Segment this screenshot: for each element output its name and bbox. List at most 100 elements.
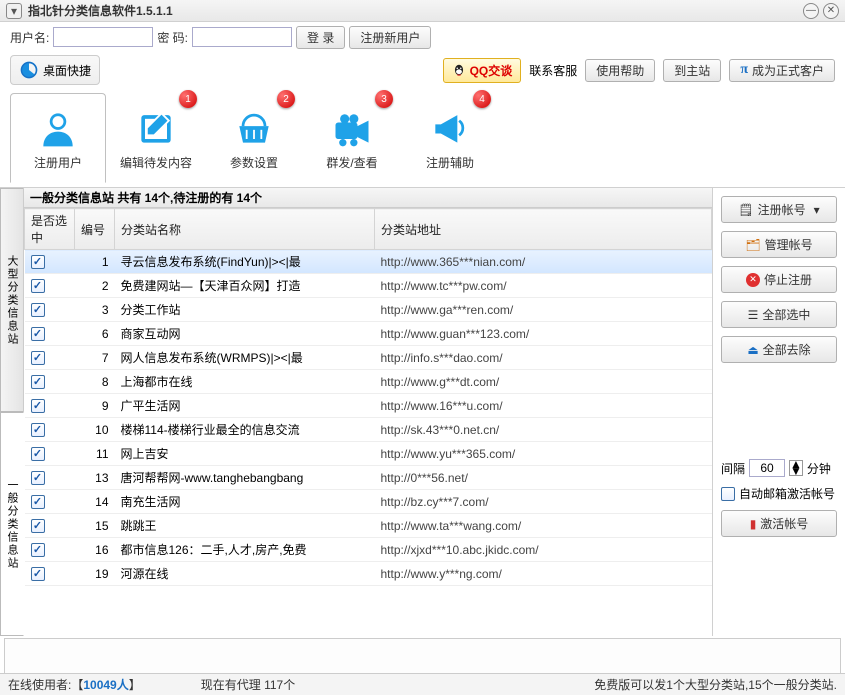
row-number: 11 xyxy=(75,442,115,466)
app-title: 指北针分类信息软件1.5.1.1 xyxy=(28,2,173,19)
row-site-name: 广平生活网 xyxy=(115,394,375,418)
table-row[interactable]: 8上海都市在线http://www.g***dt.com/ xyxy=(25,370,712,394)
row-site-name: 都市信息126：二手,人才,房产,免费 xyxy=(115,538,375,562)
table-row[interactable]: 6商家互动网http://www.guan***123.com/ xyxy=(25,322,712,346)
row-site-name: 唐河帮帮网-www.tanghebangbang xyxy=(115,466,375,490)
status-freever: 免费版可以发1个大型分类站,15个一般分类站. xyxy=(594,676,837,693)
row-site-url: http://info.s***dao.com/ xyxy=(375,346,712,370)
status-bar: 在线使用者:【10049人】 现在有代理 117个 免费版可以发1个大型分类站,… xyxy=(0,673,845,695)
table-row[interactable]: 2免费建网站—【天津百众网】打造http://www.tc***pw.com/ xyxy=(25,274,712,298)
row-number: 15 xyxy=(75,514,115,538)
register-user-icon xyxy=(36,106,80,150)
col-number[interactable]: 编号 xyxy=(75,209,115,250)
status-online: 在线使用者:【10049人】 xyxy=(8,676,141,693)
remove-icon: ⏏ xyxy=(747,343,758,357)
row-checkbox[interactable] xyxy=(31,567,45,581)
row-checkbox[interactable] xyxy=(31,447,45,461)
badge-4: 4 xyxy=(473,90,491,108)
col-check[interactable]: 是否选中 xyxy=(25,209,75,250)
interval-label: 间隔 xyxy=(721,460,745,477)
row-checkbox[interactable] xyxy=(31,327,45,341)
minimize-icon[interactable]: — xyxy=(803,3,819,19)
qq-contact-button[interactable]: QQ交谈 xyxy=(443,58,522,83)
stop-register-button[interactable]: ✕ 停止注册 xyxy=(721,266,837,293)
table-row[interactable]: 3分类工作站http://www.ga***ren.com/ xyxy=(25,298,712,322)
row-site-name: 免费建网站—【天津百众网】打造 xyxy=(115,274,375,298)
vtab-big-sites[interactable]: 大型分类信息站 xyxy=(0,188,23,412)
table-row[interactable]: 15跳跳王http://www.ta***wang.com/ xyxy=(25,514,712,538)
row-number: 14 xyxy=(75,490,115,514)
register-account-button[interactable]: 🗒注册帐号▾ xyxy=(721,196,837,223)
register-user-button[interactable]: 注册新用户 xyxy=(349,26,431,49)
link-row: 桌面快捷 QQ交谈 联系客服 使用帮助 到主站 π成为正式客户 xyxy=(0,52,845,88)
col-site-name[interactable]: 分类站名称 xyxy=(115,209,375,250)
row-checkbox[interactable] xyxy=(31,375,45,389)
close-icon[interactable]: ✕ xyxy=(823,3,839,19)
row-checkbox[interactable] xyxy=(31,255,45,269)
interval-input[interactable] xyxy=(749,459,785,477)
spinner-icon[interactable]: ▲▼ xyxy=(789,460,803,476)
login-button[interactable]: 登 录 xyxy=(296,26,345,49)
row-site-name: 寻云信息发布系统(FindYun)|><|最 xyxy=(115,250,375,274)
goto-site-button[interactable]: 到主站 xyxy=(663,59,721,82)
auto-activate-checkbox[interactable] xyxy=(721,487,735,501)
tab-register-user[interactable]: 注册用户 xyxy=(10,93,106,183)
table-row[interactable]: 9广平生活网http://www.16***u.com/ xyxy=(25,394,712,418)
row-checkbox[interactable] xyxy=(31,279,45,293)
table-row[interactable]: 7网人信息发布系统(WRMPS)|><|最http://info.s***dao… xyxy=(25,346,712,370)
tab-edit-content[interactable]: 1 编辑待发内容 xyxy=(108,93,204,183)
contact-service-label: 联系客服 xyxy=(529,62,577,79)
table-row[interactable]: 11网上吉安http://www.yu***365.com/ xyxy=(25,442,712,466)
username-input[interactable] xyxy=(53,27,153,47)
table-row[interactable]: 10楼梯114-楼梯行业最全的信息交流http://sk.43***0.net.… xyxy=(25,418,712,442)
become-official-button[interactable]: π成为正式客户 xyxy=(729,59,835,82)
tab-settings[interactable]: 2 参数设置 xyxy=(206,93,302,183)
row-checkbox[interactable] xyxy=(31,399,45,413)
remove-all-button[interactable]: ⏏全部去除 xyxy=(721,336,837,363)
row-site-name: 南充生活网 xyxy=(115,490,375,514)
table-row[interactable]: 13唐河帮帮网-www.tanghebangbanghttp://0***56.… xyxy=(25,466,712,490)
activate-account-button[interactable]: ▮激活帐号 xyxy=(721,510,837,537)
table-row[interactable]: 1寻云信息发布系统(FindYun)|><|最http://www.365***… xyxy=(25,250,712,274)
row-checkbox[interactable] xyxy=(31,471,45,485)
row-checkbox[interactable] xyxy=(31,519,45,533)
password-input[interactable] xyxy=(192,27,292,47)
stop-register-label: 停止注册 xyxy=(764,271,812,288)
tab-register-assist[interactable]: 4 注册辅助 xyxy=(402,93,498,183)
desktop-shortcut-label: 桌面快捷 xyxy=(43,62,91,79)
table-row[interactable]: 19河源在线http://www.y***ng.com/ xyxy=(25,562,712,586)
row-site-url: http://www.365***nian.com/ xyxy=(375,250,712,274)
row-site-name: 跳跳王 xyxy=(115,514,375,538)
row-number: 9 xyxy=(75,394,115,418)
row-site-url: http://www.guan***123.com/ xyxy=(375,322,712,346)
select-all-button[interactable]: ☰全部选中 xyxy=(721,301,837,328)
help-button[interactable]: 使用帮助 xyxy=(585,59,655,82)
row-checkbox[interactable] xyxy=(31,495,45,509)
pi-icon: π xyxy=(740,62,748,78)
register-account-label: 注册帐号 xyxy=(758,201,806,218)
row-number: 7 xyxy=(75,346,115,370)
menu-dropdown-icon[interactable]: ▾ xyxy=(6,3,22,19)
col-site-url[interactable]: 分类站地址 xyxy=(375,209,712,250)
qq-label: QQ交谈 xyxy=(470,62,513,79)
row-site-url: http://sk.43***0.net.cn/ xyxy=(375,418,712,442)
row-site-url: http://xjxd***10.abc.jkidc.com/ xyxy=(375,538,712,562)
vtab-normal-sites[interactable]: 一般分类信息站 xyxy=(0,412,24,636)
stop-icon: ✕ xyxy=(746,273,760,287)
auto-activate-row[interactable]: 自动邮箱激活帐号 xyxy=(721,485,837,502)
tab-register-assist-label: 注册辅助 xyxy=(426,154,474,171)
manage-account-button[interactable]: 🗂管理帐号 xyxy=(721,231,837,258)
table-row[interactable]: 16都市信息126：二手,人才,房产,免费http://xjxd***10.ab… xyxy=(25,538,712,562)
main-area: 大型分类信息站 一般分类信息站 一般分类信息站 共有 14个,待注册的有 14个… xyxy=(0,188,845,636)
row-site-url: http://bz.cy***7.com/ xyxy=(375,490,712,514)
badge-1: 1 xyxy=(179,90,197,108)
row-checkbox[interactable] xyxy=(31,351,45,365)
row-checkbox[interactable] xyxy=(31,303,45,317)
row-checkbox[interactable] xyxy=(31,423,45,437)
row-checkbox[interactable] xyxy=(31,543,45,557)
table-row[interactable]: 14南充生活网http://bz.cy***7.com/ xyxy=(25,490,712,514)
tab-broadcast[interactable]: 3 群发/查看 xyxy=(304,93,400,183)
desktop-shortcut-button[interactable]: 桌面快捷 xyxy=(10,55,100,85)
sites-grid[interactable]: 是否选中 编号 分类站名称 分类站地址 1寻云信息发布系统(FindYun)|>… xyxy=(24,208,712,636)
auto-activate-label: 自动邮箱激活帐号 xyxy=(739,485,835,502)
